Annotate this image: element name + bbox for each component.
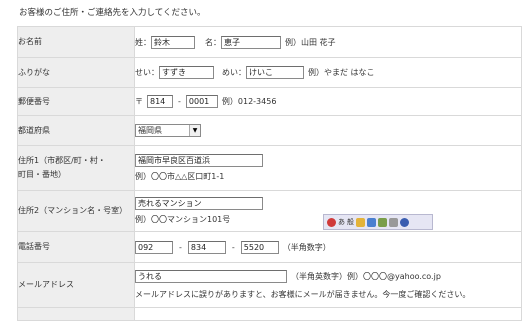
kana-row: ふりがな せい： すずき めい： けいこ 例）やまだ はなこ — [17, 57, 522, 88]
name-label: お名前 — [17, 26, 135, 58]
email-warning: メールアドレスに誤りがありますと、お客様にメールが届きません。今一度ご確認くださ… — [135, 290, 471, 299]
address-form: お名前 姓： 鈴木 名： 恵子 例）山田 花子 ふりがな せい： すずき めい：… — [17, 26, 522, 321]
phone-dash-1: - — [179, 242, 182, 252]
email-input[interactable]: うれる — [135, 270, 287, 283]
phone-area-input[interactable]: 092 — [135, 240, 173, 254]
phone-row: 電話番号 092 - 834 - 5520 （半角数字） — [17, 231, 522, 263]
address2-label: 住所2（マンション名・号室） — [17, 190, 135, 232]
prefecture-selected: 福岡県 — [138, 126, 162, 135]
kana-first-name-input[interactable]: けいこ — [246, 66, 304, 79]
next-row-value — [134, 307, 522, 321]
intro-text: お客様のご住所・ご連絡先を入力してください。 — [19, 8, 206, 18]
zip-second-input[interactable]: 0001 — [185, 95, 218, 108]
address1-label-line2: 町目・番地） — [18, 170, 66, 179]
next-row-label — [17, 307, 135, 321]
ime-kanji-mode[interactable]: 般 — [347, 217, 354, 227]
phone-middle-input[interactable]: 834 — [187, 240, 226, 254]
mei-label: 名： — [205, 37, 221, 47]
first-name-input[interactable]: 恵子 — [221, 35, 281, 49]
kana-label: ふりがな — [17, 57, 135, 88]
ime-icon[interactable] — [327, 217, 336, 227]
kana-example: 例）やまだ はなこ — [308, 68, 375, 77]
email-note: （半角英数字）例）〇〇〇@yahoo.co.jp — [291, 272, 441, 281]
phone-label: 電話番号 — [17, 231, 135, 263]
chevron-down-icon[interactable]: ▼ — [189, 125, 200, 136]
zip-dash: - — [178, 97, 181, 106]
address2-input[interactable]: 売れるマンション — [135, 197, 263, 210]
ime-settings-icon[interactable] — [389, 217, 398, 227]
ime-tool-icon[interactable] — [367, 217, 376, 227]
prefecture-row: 都道府県 福岡県 ▼ — [17, 115, 522, 146]
kana-sei-label: せい： — [135, 68, 159, 77]
help-icon[interactable] — [400, 217, 409, 227]
last-name-input[interactable]: 鈴木 — [151, 35, 195, 49]
phone-note: （半角数字） — [282, 242, 331, 252]
address1-example: 例）〇〇市△△区口町1-1 — [135, 172, 225, 181]
ime-pad-icon[interactable] — [378, 217, 387, 227]
address1-input[interactable]: 福岡市早良区百道浜 — [135, 154, 263, 167]
email-label: メールアドレス — [17, 262, 135, 308]
zip-row: 郵便番号 〒 814 - 0001 例）012-3456 — [17, 87, 522, 116]
name-row: お名前 姓： 鈴木 名： 恵子 例）山田 花子 — [17, 26, 522, 58]
kana-mei-label: めい： — [222, 68, 246, 77]
address1-label-line1: 住所1（市郡区/町・村・ — [18, 156, 106, 165]
zip-example: 例）012-3456 — [221, 97, 277, 106]
address2-row: 住所2（マンション名・号室） 売れるマンション 例）〇〇マンション101号 — [17, 190, 522, 232]
ime-toolbar: あ 般 — [323, 214, 433, 230]
prefecture-select[interactable]: 福岡県 ▼ — [135, 124, 201, 137]
next-row — [17, 307, 522, 321]
sei-label: 姓： — [135, 37, 151, 47]
phone-last-input[interactable]: 5520 — [240, 240, 279, 254]
ime-dictionary-icon[interactable] — [356, 217, 365, 227]
ime-mode[interactable]: あ — [338, 217, 345, 227]
email-row: メールアドレス うれる （半角英数字）例）〇〇〇@yahoo.co.jp メール… — [17, 262, 522, 308]
phone-dash-2: - — [231, 242, 235, 252]
zip-label: 郵便番号 — [17, 87, 135, 116]
postal-mark: 〒 — [135, 97, 143, 106]
name-example: 例）山田 花子 — [285, 37, 336, 47]
kana-last-name-input[interactable]: すずき — [159, 66, 214, 79]
zip-first-input[interactable]: 814 — [147, 95, 173, 108]
prefecture-label: 都道府県 — [17, 115, 135, 146]
address1-row: 住所1（市郡区/町・村・ 町目・番地） 福岡市早良区百道浜 例）〇〇市△△区口町… — [17, 145, 522, 191]
address1-label: 住所1（市郡区/町・村・ 町目・番地） — [17, 145, 135, 191]
